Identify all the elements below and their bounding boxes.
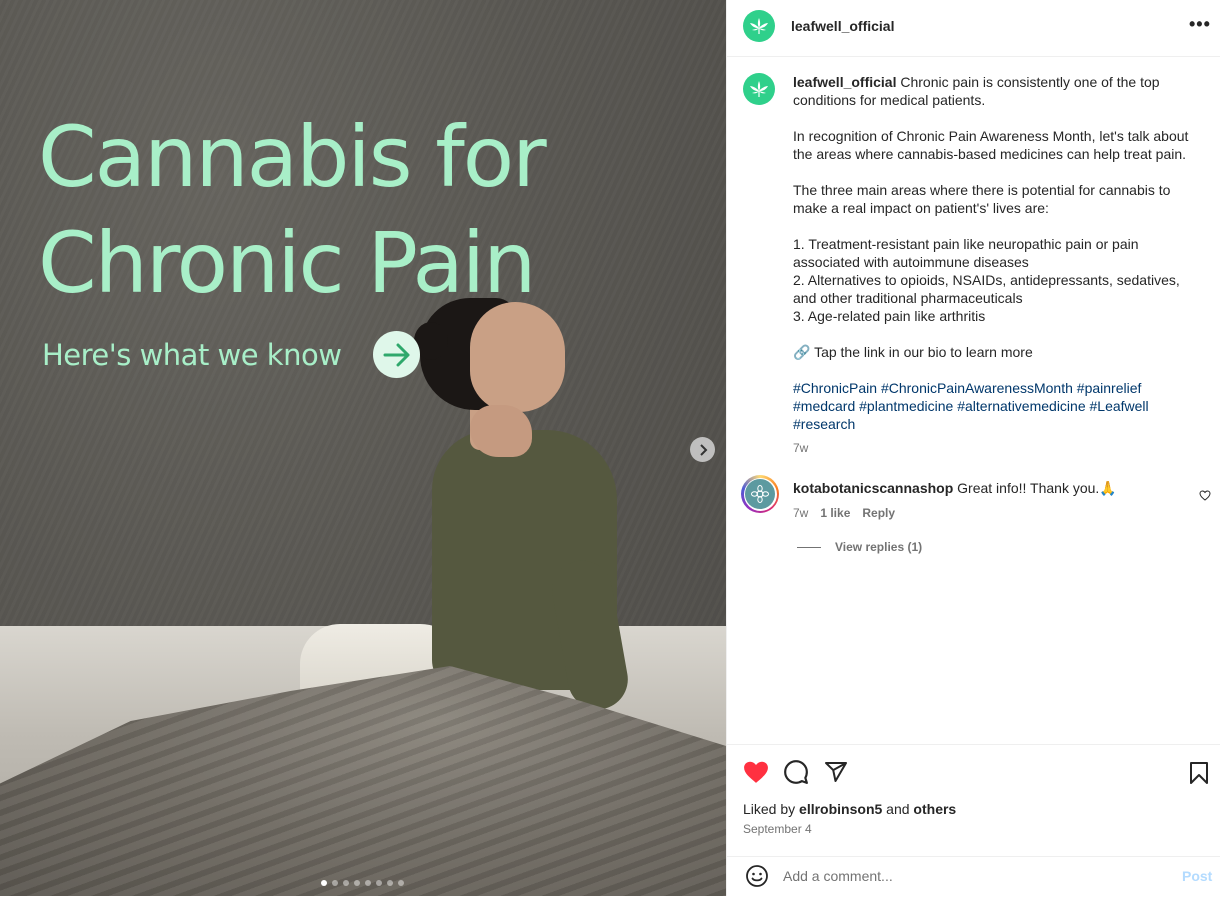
carousel-dot[interactable] xyxy=(321,880,327,886)
leaf-logo-icon xyxy=(750,81,768,97)
post-media[interactable]: Cannabis for Chronic Pain Here's what we… xyxy=(0,0,726,896)
caption-list-item: 2. Alternatives to opioids, NSAIDs, anti… xyxy=(793,272,1180,306)
caption-list-item: 3. Age-related pain like arthritis xyxy=(793,308,986,324)
carousel-next-button[interactable] xyxy=(690,437,715,462)
comment-likes[interactable]: 1 like xyxy=(820,506,850,520)
comment-time[interactable]: 7w xyxy=(793,506,808,520)
headline-line-1: Cannabis for xyxy=(38,108,547,206)
carousel-dot[interactable] xyxy=(332,880,338,886)
carousel-dot[interactable] xyxy=(343,880,349,886)
carousel-dot[interactable] xyxy=(376,880,382,886)
caption-list-item: 1. Treatment-resistant pain like neuropa… xyxy=(793,236,1139,270)
comment-reply-button[interactable]: Reply xyxy=(862,506,895,520)
liked-by-and: and xyxy=(886,801,910,817)
caption-paragraph: The three main areas where there is pote… xyxy=(793,182,1171,216)
view-replies-label: View replies (1) xyxy=(835,540,923,554)
carousel-dot[interactable] xyxy=(365,880,371,886)
post-date[interactable]: September 4 xyxy=(743,822,812,836)
carousel-dots xyxy=(321,880,404,886)
bookmark-icon xyxy=(1190,762,1208,784)
woman-hand xyxy=(470,405,532,457)
flower-logo-icon xyxy=(751,485,769,503)
liked-by-prefix: Liked by xyxy=(743,801,796,817)
caption-link-line: 🔗 Tap the link in our bio to learn more xyxy=(793,344,1033,360)
view-replies-button[interactable]: View replies (1) xyxy=(797,540,922,554)
add-comment-bar: Post xyxy=(727,856,1220,897)
post-button[interactable]: Post xyxy=(1182,868,1212,884)
headline-line-2: Chronic Pain xyxy=(38,214,536,312)
share-icon[interactable] xyxy=(823,760,849,784)
comment-text: Great info!! Thank you.🙏 xyxy=(957,480,1117,496)
carousel-dot[interactable] xyxy=(387,880,393,886)
carousel-dot[interactable] xyxy=(398,880,404,886)
comments-scroll-area[interactable]: leafwell_official Chronic pain is consis… xyxy=(727,56,1220,744)
comment-meta: 7w 1 like Reply xyxy=(793,506,895,520)
smiley-icon xyxy=(746,865,768,887)
avatar[interactable] xyxy=(743,10,775,42)
heart-outline-icon xyxy=(1199,490,1211,501)
more-options-icon[interactable]: ••• xyxy=(1189,14,1211,35)
liked-by-user[interactable]: ellrobinson5 xyxy=(799,801,882,817)
post-header: leafwell_official ••• xyxy=(727,0,1220,57)
media-subheadline: Here's what we know xyxy=(42,338,342,372)
comment-like-button[interactable] xyxy=(1199,488,1211,506)
caption-paragraph: In recognition of Chronic Pain Awareness… xyxy=(793,128,1189,162)
chevron-right-icon xyxy=(699,443,707,456)
post-side-panel: leafwell_official ••• leafwell_official … xyxy=(726,0,1220,896)
post-actions: Liked by ellrobinson5 and others Septemb… xyxy=(727,744,1220,857)
action-icons xyxy=(743,759,849,785)
divider xyxy=(797,546,821,548)
heart-filled-icon[interactable] xyxy=(743,760,769,784)
liked-by: Liked by ellrobinson5 and others xyxy=(743,801,956,817)
woman-face xyxy=(470,302,565,412)
leaf-logo-icon xyxy=(750,18,768,34)
carousel-dot[interactable] xyxy=(354,880,360,886)
media-headline: Cannabis for Chronic Pain xyxy=(38,104,547,316)
comment-body: kotabotanicscannashop Great info!! Thank… xyxy=(793,480,1173,497)
comment-input[interactable] xyxy=(783,868,1163,884)
save-button[interactable] xyxy=(1189,761,1209,790)
comment-username[interactable]: kotabotanicscannashop xyxy=(793,480,953,496)
post-caption: leafwell_official Chronic pain is consis… xyxy=(793,73,1198,457)
caption-hashtags[interactable]: #ChronicPain #ChronicPainAwarenessMonth … xyxy=(793,379,1198,433)
comment-icon[interactable] xyxy=(783,759,809,785)
arrow-right-icon xyxy=(373,331,420,378)
header-username[interactable]: leafwell_official xyxy=(791,18,894,34)
liked-by-others[interactable]: others xyxy=(913,801,956,817)
caption-username[interactable]: leafwell_official xyxy=(793,74,896,90)
comment-avatar[interactable] xyxy=(741,475,779,513)
emoji-button[interactable] xyxy=(745,864,769,893)
caption-timestamp[interactable]: 7w xyxy=(793,439,1198,457)
caption-avatar[interactable] xyxy=(743,73,775,105)
